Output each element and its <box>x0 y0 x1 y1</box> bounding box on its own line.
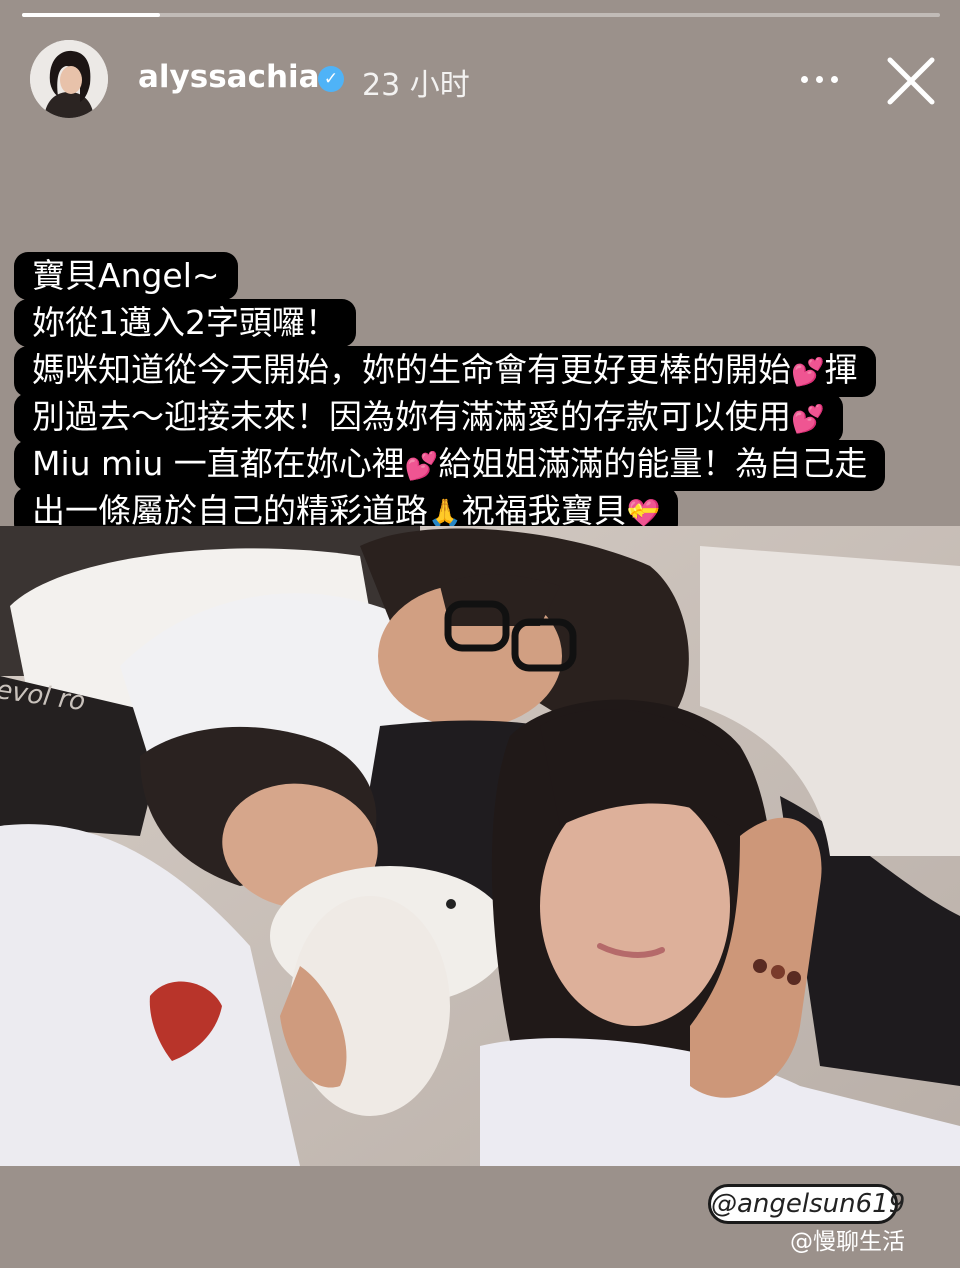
more-options-button[interactable] <box>792 56 848 102</box>
caption-line: Miu miu 一直都在妳心裡💕給姐姐滿滿的能量！為自己走 <box>14 440 886 491</box>
heart-emoji: 💕 <box>791 404 825 435</box>
more-dots-icon <box>801 76 808 83</box>
story-caption: 寶貝Angel~ 妳從1邁入2字頭囉！ 媽咪知道從今天開始，妳的生命會有更好更棒… <box>14 252 944 538</box>
post-time: 23 小时 <box>362 68 470 103</box>
caption-line: 別過去～迎接未來！因為妳有滿滿愛的存款可以使用💕 <box>14 393 843 444</box>
username[interactable]: alyssachia <box>138 59 320 95</box>
watermark: @慢聊生活 <box>790 1229 905 1255</box>
close-icon <box>887 57 935 105</box>
story-photo: evol ro <box>0 526 960 1166</box>
pray-emoji: 🙏 <box>428 498 462 529</box>
caption-line: 媽咪知道從今天開始，妳的生命會有更好更棒的開始💕揮 <box>14 346 876 397</box>
heart-emoji: 💕 <box>404 451 439 482</box>
mention-sticker[interactable]: @angelsun619 <box>708 1184 905 1224</box>
heart-emoji: 💕 <box>791 357 825 388</box>
verified-check-icon: ✓ <box>318 66 344 92</box>
close-button[interactable] <box>880 50 942 112</box>
caption-line: 妳從1邁入2字頭囉！ <box>14 299 356 347</box>
gift-heart-emoji: 💝 <box>626 498 661 529</box>
caption-line: 寶貝Angel~ <box>14 252 238 300</box>
avatar[interactable] <box>30 40 108 118</box>
story-header: alyssachia ✓ 23 小时 <box>0 0 960 140</box>
